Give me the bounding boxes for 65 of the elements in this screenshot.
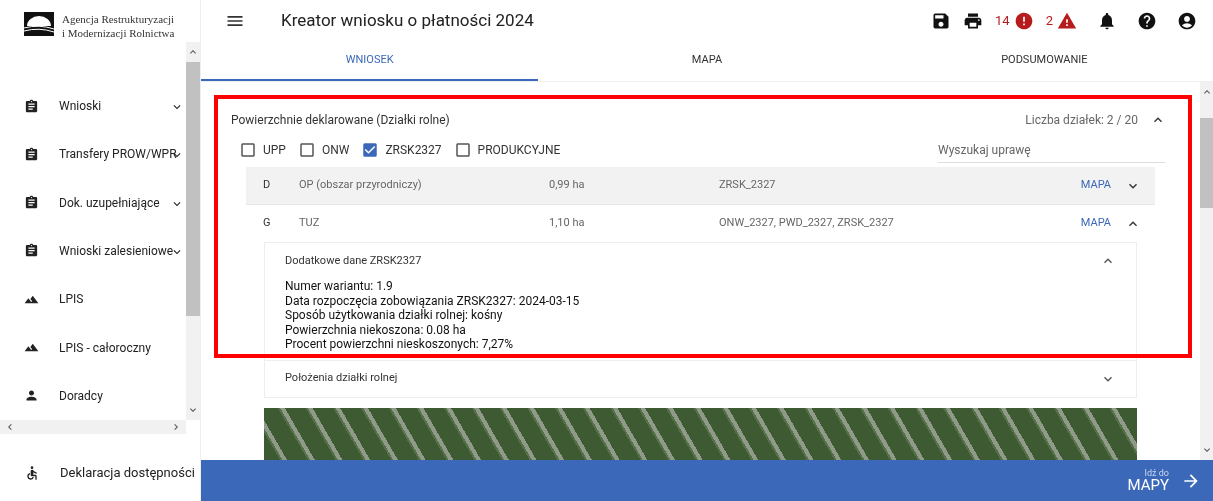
detail-line: Numer wariantu: 1.9 — [285, 279, 394, 294]
detail-line: Powierzchnia niekoszona: 0.08 ha — [285, 322, 467, 337]
checkbox-label: ONW — [321, 142, 350, 159]
sidebar-item[interactable]: Wnioski — [0, 82, 186, 131]
sidebar-item-icon — [24, 195, 39, 211]
panel-title: Położenia działki rolnej — [285, 370, 398, 387]
warning-icon[interactable] — [1057, 11, 1077, 31]
sidebar-item-icon — [24, 98, 39, 114]
accessibility-icon — [24, 464, 40, 481]
agency-name: Agencja Restrukturyzacji — [62, 12, 175, 26]
detail-line: Sposób użytkowania działki rolnej: kośny — [285, 308, 504, 323]
sidebar-item[interactable]: LPIS - całoroczny — [0, 323, 186, 372]
sidebar-item[interactable]: Dok. uzupełniające — [0, 178, 186, 227]
sidebar-item[interactable]: Transfery PROW/WPR — [0, 130, 186, 179]
detail-line: Data rozpoczęcia zobowiązania ZRSK2327: 2024-03-15 — [285, 293, 581, 308]
tab[interactable]: PODSUMOWANIE — [875, 42, 1213, 81]
sidebar-item-icon — [24, 243, 39, 259]
map-link[interactable]: MAPA — [1080, 215, 1111, 232]
map-link[interactable]: MAPA — [1080, 177, 1111, 194]
checkbox[interactable] — [361, 141, 380, 159]
tab[interactable]: MAPA — [538, 42, 876, 81]
parcel-code: D — [262, 177, 272, 194]
warning-count: 2 — [1045, 12, 1053, 31]
logo-icon — [24, 12, 54, 36]
sidebar-item-icon — [24, 146, 39, 162]
vertical-scrollbar[interactable] — [186, 42, 200, 420]
accessibility-link[interactable]: Deklaracja dostępności — [60, 462, 195, 483]
crop-name: OP (obszar przyrodniczy) — [299, 177, 423, 194]
sidebar-item[interactable]: Doradcy — [0, 371, 186, 420]
checkbox[interactable] — [239, 141, 257, 159]
tab[interactable]: WNIOSEK — [201, 42, 539, 81]
error-count: 14 — [995, 12, 1010, 31]
checkbox-label: PRODUKCYJNE — [477, 142, 561, 159]
agency-name: i Modernizacji Rolnictwa — [62, 26, 175, 40]
checkbox[interactable] — [453, 141, 472, 159]
sidebar-item[interactable]: LPIS — [0, 275, 186, 324]
bell-icon[interactable] — [1097, 11, 1117, 31]
save-icon[interactable] — [931, 11, 952, 31]
parcel-row[interactable]: D OP (obszar przyrodniczy) 0,99 ha ZRSK_2327 MAPA — [246, 167, 1155, 204]
section-title: Powierzchnie deklarowane (Działki rolne) — [231, 112, 450, 129]
vertical-scrollbar[interactable] — [1200, 82, 1213, 460]
panel-title: Dodatkowe dane ZRSK2327 — [285, 252, 422, 269]
parcel-area: 1,10 ha — [549, 215, 719, 232]
help-icon[interactable] — [1137, 11, 1157, 31]
sidebar-item[interactable]: Wnioski zalesieniowe — [0, 226, 186, 276]
program-list: ZRSK_2327 — [719, 177, 776, 194]
horizontal-scrollbar[interactable] — [0, 420, 186, 434]
search-field[interactable]: Wyszukaj uprawę — [938, 137, 1165, 163]
crop-name: TUZ — [299, 215, 321, 232]
parcel-count: Liczba działek: 2 / 20 — [1025, 112, 1138, 129]
page-title: Kreator wniosku o płatności 2024 — [281, 9, 534, 33]
checkbox-label: UPP — [263, 142, 286, 159]
checkbox[interactable] — [297, 141, 316, 159]
scrollbar-thumb[interactable] — [1200, 118, 1213, 208]
parcel-area: 0,99 ha — [549, 177, 719, 194]
program-list: ONW_2327, PWD_2327, ZRSK_2327 — [719, 215, 894, 232]
sidebar-item-icon — [24, 388, 39, 404]
go-to-map-button[interactable]: Idź do MAPY — [1127, 468, 1201, 493]
detail-line: Procent powierzchni nieskoszonych: 7,27% — [285, 337, 515, 352]
parcel-code: G — [262, 215, 272, 232]
checkbox-label: ZRSK2327 — [385, 142, 442, 159]
error-icon[interactable] — [1013, 11, 1034, 31]
account-icon[interactable] — [1177, 11, 1197, 31]
print-icon[interactable] — [963, 11, 984, 31]
scrollbar-thumb[interactable] — [186, 62, 200, 316]
